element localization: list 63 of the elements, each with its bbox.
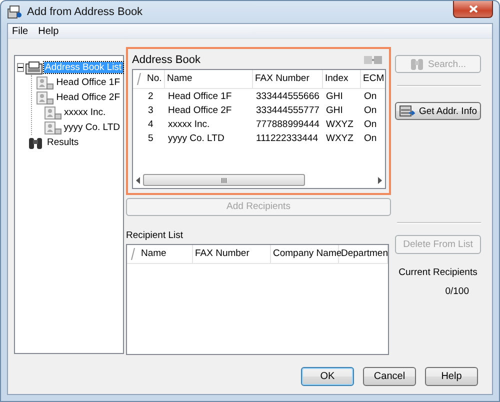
close-button[interactable] [453,1,493,18]
table-cell-text: GHI [325,90,344,102]
tree-item[interactable]: Head Office 2F [55,92,121,103]
table-cell-text: Head Office 2F [167,104,233,116]
binoculars-icon [410,58,424,70]
tree-item[interactable]: Head Office 1F [55,77,121,88]
table-cell-text: WXYZ [325,118,354,130]
menu-item[interactable]: File [12,26,28,36]
dialog-button[interactable]: Help [425,367,478,386]
table-cell-text: 333444555666 [255,90,320,102]
address-book-icon [7,5,22,19]
table-cell-text: 333444555777 [255,104,320,116]
get-info-button[interactable]: Get Addr. Info [395,102,481,120]
table-cell-text: 777888999444 [255,118,320,130]
scrollbar-thumb[interactable] [143,174,305,186]
dialog-button[interactable]: OK [301,367,354,386]
column-header[interactable]: ECM [361,70,385,88]
scroll-right-icon[interactable] [377,176,383,184]
tree-item[interactable]: yyyy Co. LTD [62,122,121,133]
table-cell-text: WXYZ [325,132,354,144]
table-cell-text: 4 [147,118,154,130]
window-title: Add from Address Book [27,6,143,18]
column-header[interactable]: FAX Number [193,245,271,264]
dialog-button[interactable]: Cancel [363,367,416,386]
grip-icon [221,178,227,182]
table-cell-text: GHI [325,104,344,116]
binoculars-icon [27,136,45,150]
tree-item[interactable]: xxxxx Inc. [63,107,107,118]
collapse-icon[interactable] [17,63,24,72]
count-label: Current Recipients [398,267,478,278]
table-cell-text: On [363,104,378,116]
server-icon [398,104,415,118]
table-cell-text: 111222333444 [255,132,319,144]
table-cell-text: 5 [147,132,154,144]
section-title: Recipient List [126,230,184,243]
column-grip-icon [137,73,141,85]
close-icon [468,5,478,13]
panel-title: Address Book [132,54,200,66]
column-header[interactable]: Name [165,70,253,88]
table-cell-text: 3 [147,104,154,116]
table-cell-text: yyyy Co. LTD [167,132,226,144]
table-cell-text: 2 [147,90,154,102]
column-header[interactable]: No. [145,70,165,88]
contact-card-icon [44,120,62,134]
table-cell-text: xxxxx Inc. [167,118,211,130]
column-header[interactable]: Name [139,245,193,264]
column-header[interactable]: FAX Number [253,70,323,88]
contact-card-icon [36,90,54,104]
contact-card-icon [36,76,54,90]
scroll-left-icon[interactable] [135,176,141,184]
column-header[interactable]: Index [323,70,361,88]
menu-item[interactable]: Help [38,26,59,36]
tree-item[interactable]: Results [46,137,80,148]
table-cell-text: On [363,132,378,144]
column-header[interactable]: Company Name [271,245,339,264]
contact-card-icon [44,106,62,120]
count-value: 0/100 [444,286,470,297]
column-grip-icon [131,248,135,260]
table-cell-text: On [363,118,378,130]
table-cell-text: On [363,90,378,102]
view-toggle-icon[interactable] [364,56,382,64]
table-cell-text: Head Office 1F [167,90,233,102]
address-book-icon [25,60,43,74]
